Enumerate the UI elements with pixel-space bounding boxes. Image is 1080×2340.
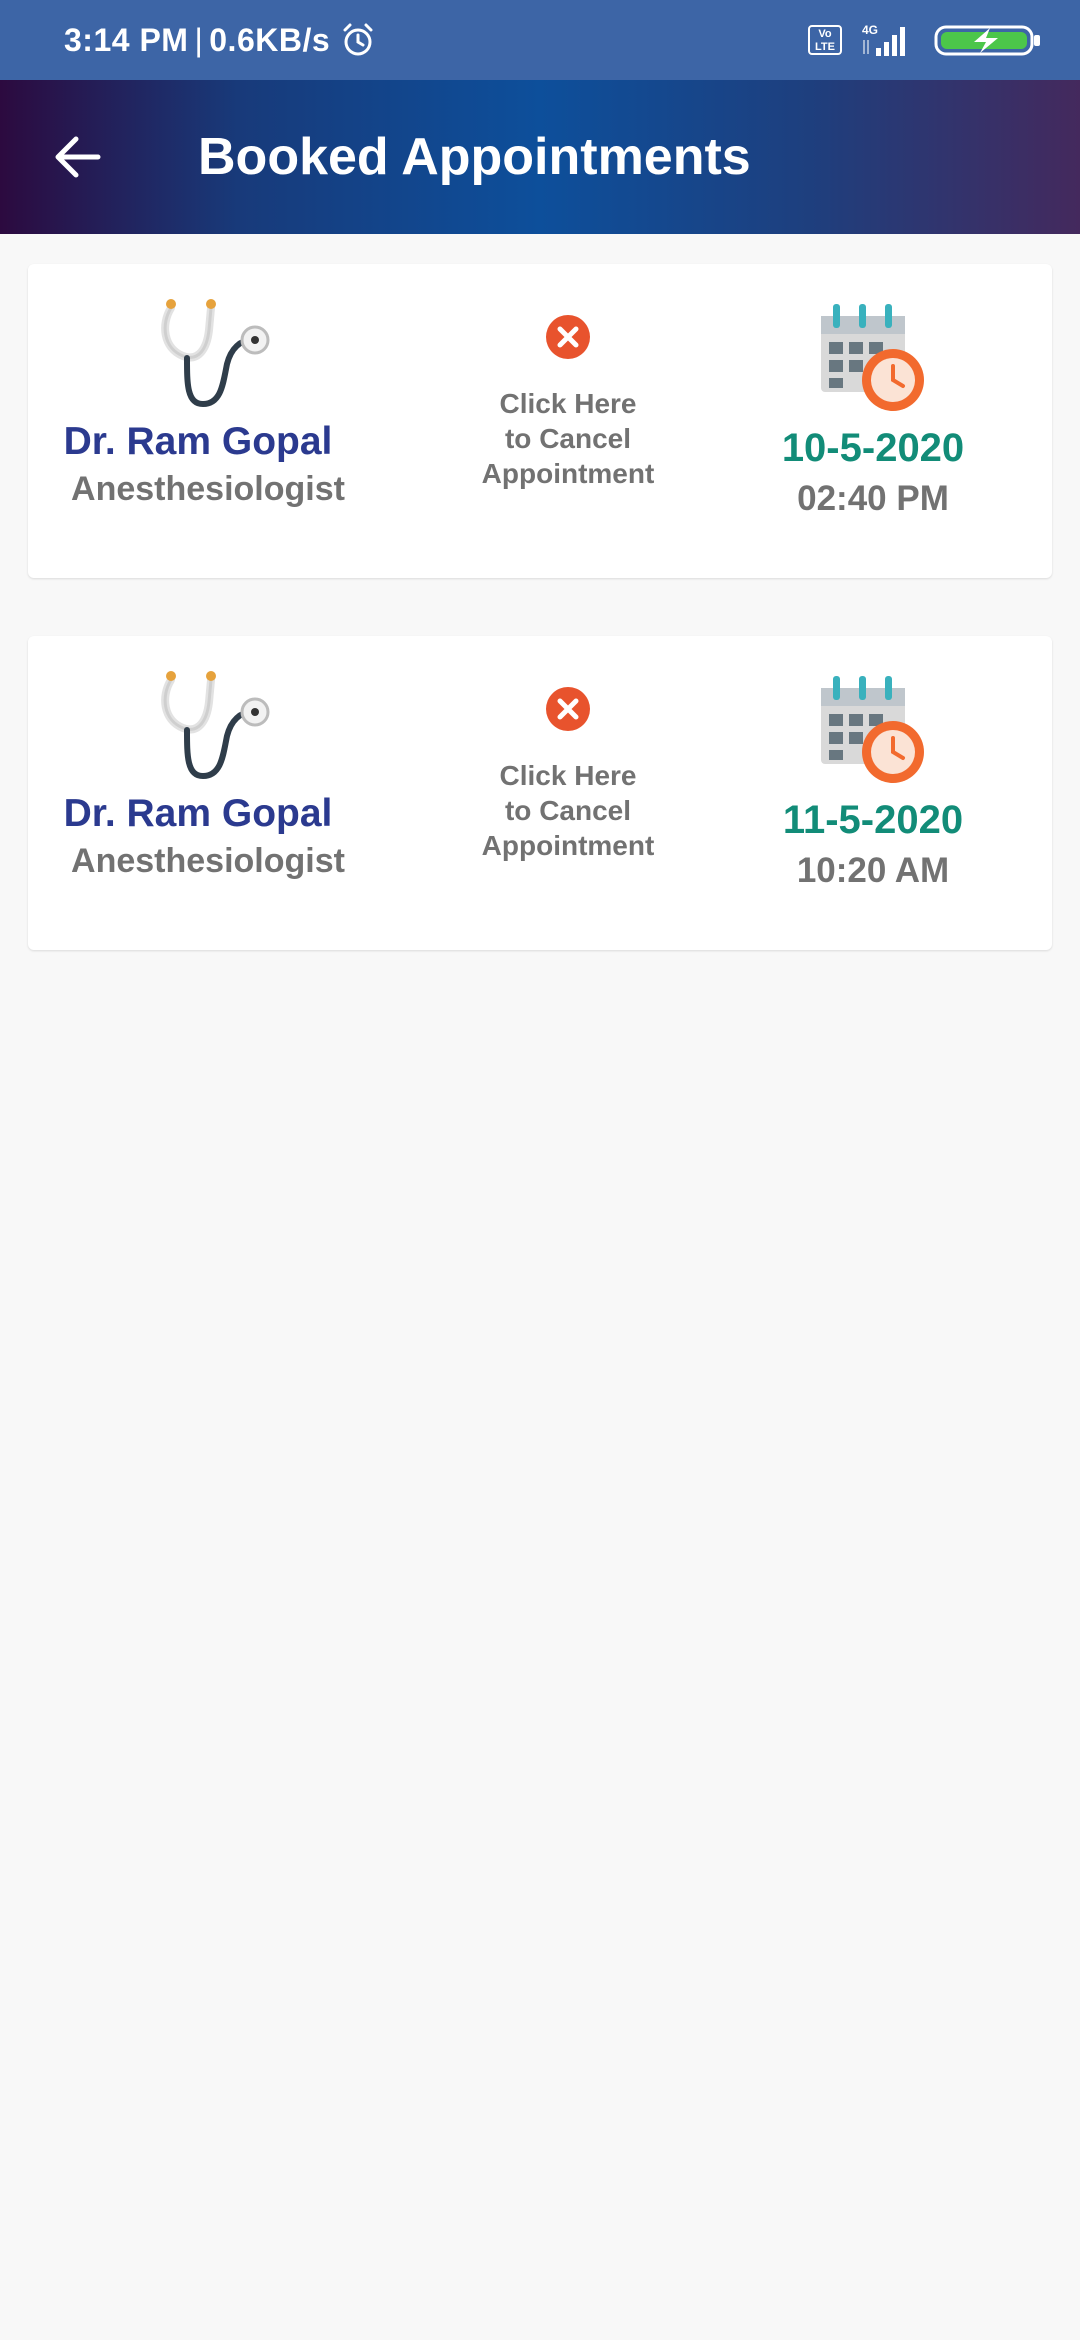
back-button[interactable] <box>44 124 110 190</box>
appointment-card: Dr. Ram Gopal Anesthesiologist Click Her… <box>28 636 1052 950</box>
cancel-label-line: Appointment <box>481 458 655 489</box>
doctor-specialty: Anesthesiologist <box>71 470 345 508</box>
stethoscope-icon <box>161 299 270 408</box>
appointment-card: Dr. Ram Gopal Anesthesiologist Click Her… <box>28 264 1052 578</box>
cancel-label-line: to Cancel <box>504 423 632 454</box>
appointment-date: 11-5-2020 <box>782 798 964 842</box>
doctor-info: Dr. Ram Gopal Anesthesiologist <box>64 294 348 509</box>
calendar-clock-icon <box>821 676 924 783</box>
cancel-label-line: Click Here <box>499 388 637 419</box>
doctor-name: Dr. Ram Gopal <box>63 792 333 835</box>
network-type-label: 4G <box>862 23 878 37</box>
status-separator: | <box>194 21 204 58</box>
doctor-info: Dr. Ram Gopal Anesthesiologist <box>64 666 348 881</box>
appointment-time: 10:20 AM <box>796 851 950 890</box>
doctor-name: Dr. Ram Gopal <box>63 420 333 463</box>
cancel-label: Click Here to Cancel Appointment <box>428 758 708 863</box>
cancel-appointment-button[interactable]: Click Here to Cancel Appointment <box>428 686 708 863</box>
status-left: 3:14 PM | 0.6KB/s <box>64 0 376 80</box>
cancel-label-line: Appointment <box>481 830 655 861</box>
appointment-datetime: 10-5-2020 02:40 PM <box>728 302 1018 519</box>
battery-charging-icon <box>934 25 1040 56</box>
cancel-label-line: Click Here <box>499 760 637 791</box>
arrow-left-icon <box>55 136 101 178</box>
appointment-date: 10-5-2020 <box>781 426 965 470</box>
appointment-time: 02:40 PM <box>797 479 949 518</box>
cancel-icon <box>546 687 590 731</box>
calendar-clock-icon <box>821 304 924 411</box>
volte-icon: Vo LTE <box>808 25 842 55</box>
appointment-datetime: 11-5-2020 10:20 AM <box>728 674 1018 891</box>
signal-icon: 4G <box>862 23 905 56</box>
cancel-label-line: to Cancel <box>504 795 632 826</box>
page-title: Booked Appointments <box>198 128 751 186</box>
cancel-appointment-button[interactable]: Click Here to Cancel Appointment <box>428 314 708 491</box>
status-time: 3:14 PM <box>64 21 189 58</box>
doctor-specialty: Anesthesiologist <box>71 842 345 880</box>
status-bar: 3:14 PM | 0.6KB/s Vo LTE 4G <box>0 0 1080 80</box>
alarm-icon <box>343 23 373 56</box>
cancel-label: Click Here to Cancel Appointment <box>428 386 708 491</box>
volte-line1: Vo <box>818 28 832 40</box>
stethoscope-icon <box>161 671 270 780</box>
status-right: Vo LTE 4G <box>808 0 1044 80</box>
volte-line2: LTE <box>815 41 835 53</box>
cancel-icon <box>546 315 590 359</box>
status-network-speed: 0.6KB/s <box>209 21 331 58</box>
app-bar: Booked Appointments <box>0 80 1080 234</box>
